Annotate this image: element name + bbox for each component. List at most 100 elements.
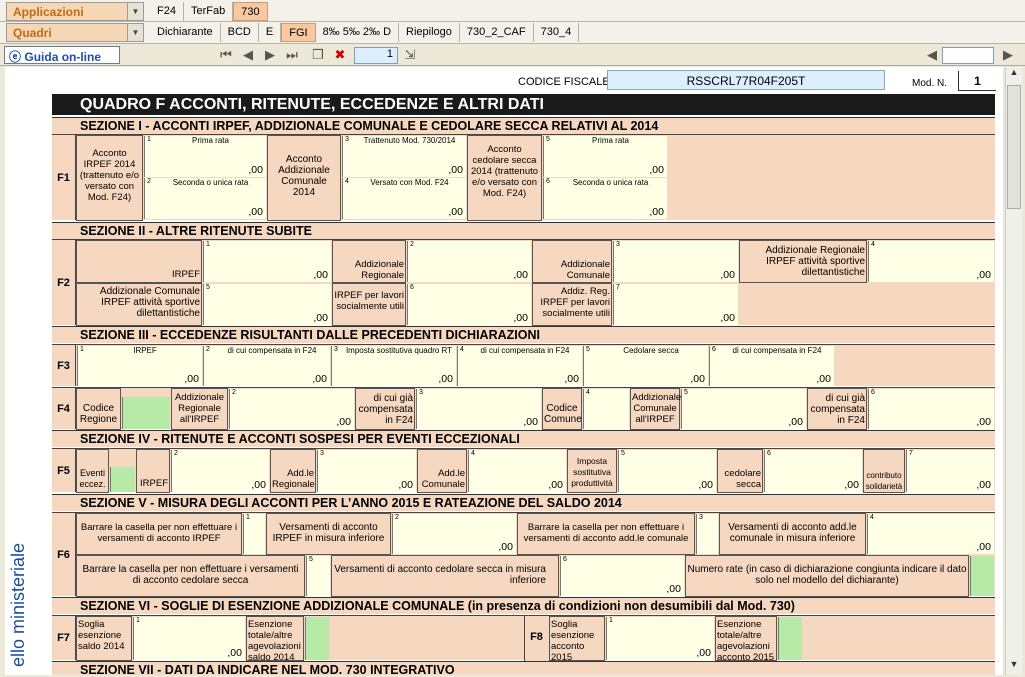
f2-addreg-sport-input[interactable]: 4,00: [868, 241, 994, 282]
f2-irpef-lsu-input[interactable]: 6,00: [407, 284, 531, 325]
f6-cedolare-inferiore-input[interactable]: 6,00: [560, 556, 684, 596]
f6-numero-rate-input[interactable]: [970, 556, 994, 596]
tab-730[interactable]: 730: [233, 2, 268, 21]
f2-addreg-input[interactable]: 2,00: [407, 241, 531, 282]
f1-add-comunale-label: Acconto Addizionale Comunale 2014: [267, 135, 341, 221]
guide-online-button[interactable]: ⓔ Guida on-line: [4, 46, 120, 64]
scroll-down-icon[interactable]: ▼: [1006, 659, 1022, 675]
page-title: QUADRO F ACCONTI, RITENUTE, ECCEDENZE E …: [52, 94, 995, 115]
f2-addreg-lsu-input[interactable]: 7,00: [613, 284, 738, 325]
f2-addcom-input[interactable]: 3,00: [613, 241, 738, 282]
f5-cedolare-input[interactable]: 6,00: [764, 450, 862, 492]
scroll-thumb[interactable]: [1007, 85, 1021, 209]
f3-irpef-input[interactable]: 1 IRPEF ,00: [77, 346, 202, 386]
f6-no-acconto-addcom-checkbox[interactable]: 3: [696, 514, 718, 554]
f5-addcom-input[interactable]: 4,00: [468, 450, 566, 492]
f1-cedolare-seconda-input[interactable]: 6 Seconda o unica rata ,00: [543, 178, 667, 219]
f5-cedolare-label: cedolare secca: [717, 449, 763, 493]
scroll-right-icon[interactable]: ▶: [1000, 47, 1016, 63]
quadro-f-form: CODICE FISCALE RSSCRL77R04F205T Mod. N. …: [52, 67, 996, 675]
applicazioni-dropdown[interactable]: Applicazioni ▼: [6, 2, 144, 21]
f5-addreg-input[interactable]: 3,00: [317, 450, 416, 492]
tab-e[interactable]: E: [259, 23, 282, 42]
f7-esenzione-input[interactable]: [305, 617, 329, 660]
tab-730-4[interactable]: 730_4: [534, 23, 580, 42]
tab-dichiarante[interactable]: Dichiarante: [150, 23, 221, 42]
f1-cedolare-label: Acconto cedolare secca 2014 (trattenuto …: [467, 135, 542, 221]
row-label-f1: F1: [52, 135, 76, 220]
quadri-label: Quadri: [13, 26, 52, 40]
tab-bcd[interactable]: BCD: [221, 23, 259, 42]
row-f1: F1 Acconto IRPEF 2014 (trattenuto e/o ve…: [52, 134, 995, 221]
f5-eventi-input[interactable]: [110, 467, 135, 492]
f6-no-acconto-irpef-checkbox[interactable]: 1: [243, 514, 265, 554]
f1-cedolare-prima-input[interactable]: 5 Prima rata ,00: [543, 136, 667, 177]
f4-codice-regione-input[interactable]: [122, 397, 170, 429]
page-number-field[interactable]: 1: [354, 47, 398, 64]
f4-codice-comune-input[interactable]: 4: [583, 389, 629, 429]
tab-terfab[interactable]: TerFab: [184, 2, 234, 21]
f5-irpef-input[interactable]: 2,00: [171, 450, 269, 492]
f6-irpef-inferiore-label: Versamenti di acconto IRPEF in misura in…: [266, 513, 391, 555]
document-view: ello ministeriale CODICE FISCALE RSSCRL7…: [5, 67, 1003, 675]
f5-irpef-label: IRPEF: [136, 449, 170, 493]
row-label-f7: F7: [52, 616, 76, 660]
chevron-down-icon[interactable]: ▼: [127, 3, 143, 20]
f5-addcom-label: Add.le Comunale: [417, 449, 467, 493]
scroll-up-icon[interactable]: ▲: [1006, 67, 1022, 83]
f1-irpef-prima-rata-input[interactable]: 1 Prima rata ,00: [144, 136, 266, 177]
f5-solidarieta-input[interactable]: 7,00: [906, 450, 994, 492]
f3-cedolare-f24-input[interactable]: 6 di cui compensata in F24,00: [709, 346, 834, 386]
last-page-icon[interactable]: ⏭: [284, 47, 300, 63]
tab-730-2-caf[interactable]: 730_2_CAF: [460, 23, 534, 42]
new-page-icon[interactable]: ❐: [310, 47, 326, 63]
f4-addreg-input[interactable]: 2,00: [229, 389, 354, 429]
f3-cedolare-input[interactable]: 5 Cedolare secca ,00: [583, 346, 708, 386]
f4-addcom-f24-input[interactable]: 6,00: [868, 389, 994, 429]
f5-solidarieta-label: contributo solidarietà: [863, 449, 905, 493]
f8-soglia-input[interactable]: 1,00: [606, 617, 714, 660]
tab-fgi[interactable]: FGI: [281, 23, 316, 42]
prev-page-icon[interactable]: ◀: [240, 47, 256, 63]
goto-page-icon[interactable]: ⇲: [402, 47, 418, 63]
f2-irpef-input[interactable]: 1,00: [203, 241, 331, 282]
page-search-field[interactable]: [942, 47, 994, 64]
tab-riepilogo[interactable]: Riepilogo: [399, 23, 460, 42]
mod-number: 1: [958, 71, 996, 91]
f4-addcom-input[interactable]: 5,00: [681, 389, 806, 429]
f6-addcom-inferiore-input[interactable]: 4,00: [867, 514, 994, 554]
f1-irpef-seconda-rata-input[interactable]: 2 Seconda o unica rata ,00: [144, 178, 266, 219]
f6-irpef-inferiore-input[interactable]: 2,00: [392, 514, 516, 554]
f3-rt-f24-input[interactable]: 4 di cui compensata in F24,00: [457, 346, 582, 386]
section-6-note: (in presenza di condizioni non desumibil…: [467, 599, 795, 613]
tab-8-5-2-d[interactable]: 8‰ 5‰ 2‰ D: [316, 23, 400, 42]
row-label-f5: F5: [52, 449, 76, 492]
f1-addcom-versato-input[interactable]: 4 Versato con Mod. F24,00: [342, 178, 466, 219]
first-page-icon[interactable]: ⏮: [218, 47, 234, 63]
section-6-heading: SEZIONE VI - SOGLIE DI ESENZIONE ADDIZIO…: [80, 599, 465, 613]
section-1-title: SEZIONE I - ACCONTI IRPEF, ADDIZIONALE C…: [52, 117, 995, 134]
quadri-dropdown[interactable]: Quadri ▼: [6, 23, 144, 42]
f7-soglia-input[interactable]: 1,00: [133, 617, 245, 660]
f2-addcom-sport-input[interactable]: 5,00: [203, 284, 331, 325]
f3-rt-input[interactable]: 3 Imposta sostitutiva quadro RT ,00: [331, 346, 456, 386]
help-icon: ⓔ: [9, 50, 22, 64]
f7-soglia-label: Soglia esenzione saldo 2014: [76, 616, 132, 661]
f1-addcom-trattenuto-input[interactable]: 3 Trattenuto Mod. 730/2014,00: [342, 136, 466, 177]
f5-produttivita-input[interactable]: 5,00: [618, 450, 716, 492]
f6-no-acconto-addcom-label: Barrare la casella per non effettuare i …: [517, 513, 695, 555]
codice-fiscale-field[interactable]: RSSCRL77R04F205T: [607, 70, 885, 90]
f6-no-acconto-cedolare-checkbox[interactable]: 5: [306, 556, 330, 596]
f8-esenzione-input[interactable]: [778, 617, 802, 660]
vertical-scrollbar[interactable]: ▲ ▼: [1005, 67, 1022, 675]
chevron-down-icon[interactable]: ▼: [127, 24, 143, 41]
next-page-icon[interactable]: ▶: [262, 47, 278, 63]
guide-label: Guida on-line: [24, 50, 102, 64]
f4-addreg-f24-input[interactable]: 3,00: [416, 389, 541, 429]
side-caption: ello ministeriale: [8, 542, 28, 667]
delete-page-icon[interactable]: ✖: [332, 47, 348, 63]
scroll-left-icon[interactable]: ◀: [924, 47, 940, 63]
f3-irpef-f24-input[interactable]: 2 di cui compensata in F24,00: [203, 346, 330, 386]
f2-addcom-sport-label: Addizionale Comunale IRPEF attività spor…: [76, 283, 202, 326]
tab-f24[interactable]: F24: [150, 2, 184, 21]
